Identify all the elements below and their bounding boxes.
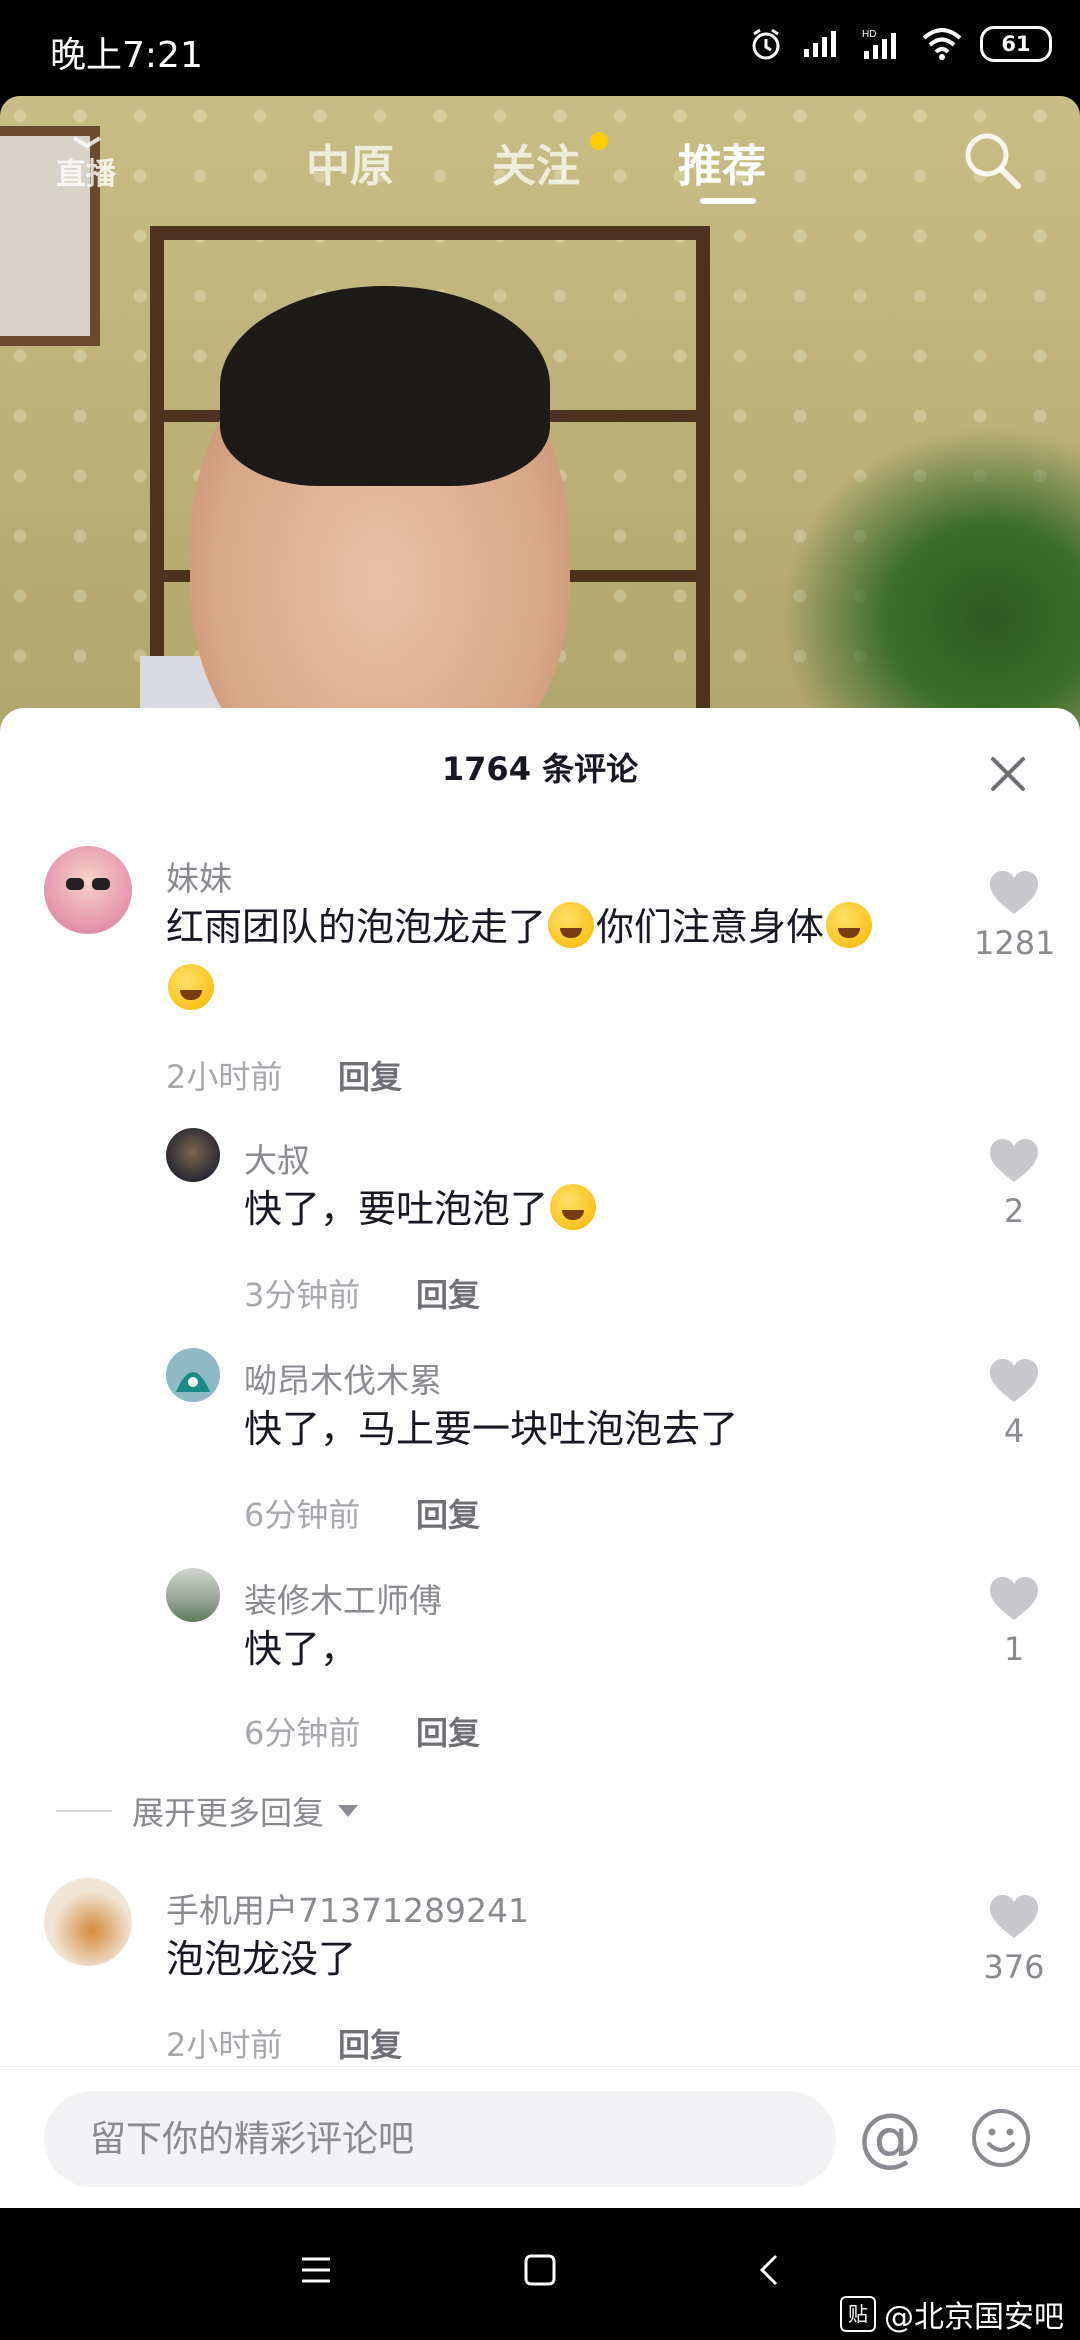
avatar[interactable] bbox=[166, 1568, 220, 1622]
live-icon: 直播 bbox=[56, 136, 117, 192]
comment-username[interactable]: 装修木工师傅 bbox=[244, 1574, 442, 1622]
comment-time: 3分钟前 bbox=[244, 1276, 361, 1314]
laughing-tears-emoji-icon bbox=[826, 902, 873, 948]
grinning-emoji-icon bbox=[168, 964, 214, 1010]
like-count: 376 bbox=[983, 1948, 1045, 1986]
like-count: 2 bbox=[1003, 1192, 1025, 1230]
expand-more-label: 展开更多回复 bbox=[132, 1794, 325, 1832]
video-plant bbox=[780, 426, 1080, 736]
status-bar: 晚上7:21 HD 61 bbox=[0, 0, 1080, 96]
comment-input[interactable] bbox=[44, 2091, 836, 2187]
comment-username[interactable]: 妹妹 bbox=[166, 852, 232, 900]
tab-zhongyuan[interactable]: 中原 bbox=[306, 130, 394, 194]
avatar[interactable] bbox=[44, 1878, 132, 1966]
reply-button[interactable]: 回复 bbox=[416, 1490, 480, 1536]
avatar[interactable] bbox=[166, 1128, 220, 1182]
tab-recommended[interactable]: 推荐 bbox=[678, 130, 766, 194]
like-button[interactable]: 376 bbox=[974, 1894, 1054, 1986]
heart-icon bbox=[990, 1139, 1038, 1182]
comment-time: 2小时前 bbox=[166, 1058, 283, 1096]
status-icons: HD 61 bbox=[748, 26, 1052, 62]
like-button[interactable]: 4 bbox=[974, 1358, 1054, 1450]
live-label: 直播 bbox=[56, 157, 117, 192]
reply-button[interactable]: 回复 bbox=[416, 1270, 480, 1316]
wifi-icon bbox=[922, 28, 962, 60]
system-nav-bar: 贴 @北京国安吧 bbox=[0, 2208, 1080, 2340]
comment-username[interactable]: 手机用户71371289241 bbox=[166, 1884, 529, 1932]
heart-icon bbox=[990, 871, 1038, 914]
laughing-tears-emoji-icon bbox=[550, 1184, 597, 1230]
reply-button[interactable]: 回复 bbox=[338, 2020, 402, 2066]
emoji-button[interactable] bbox=[970, 2107, 1032, 2173]
status-time: 晚上7:21 bbox=[50, 35, 203, 76]
comments-count-title: 1764 条评论 bbox=[441, 750, 639, 788]
watermark-text: @北京国安吧 bbox=[884, 2300, 1064, 2335]
expand-more-replies[interactable]: 展开更多回复 bbox=[56, 1788, 359, 1834]
comment-text-part: 快了，要吐泡泡了 bbox=[244, 1187, 549, 1231]
live-button[interactable]: 直播 bbox=[52, 132, 122, 192]
home-button[interactable] bbox=[522, 2252, 558, 2292]
like-button[interactable]: 1 bbox=[974, 1576, 1054, 1668]
battery-indicator: 61 bbox=[980, 26, 1052, 62]
top-nav: 直播 中原 关注 推荐 bbox=[0, 110, 1080, 204]
comment-username[interactable]: 呦昂木伐木累 bbox=[244, 1354, 442, 1402]
alarm-icon bbox=[752, 28, 780, 60]
avatar[interactable] bbox=[166, 1348, 220, 1402]
comment-text-part: 你们注意身体 bbox=[596, 905, 825, 949]
following-notification-dot bbox=[590, 132, 608, 150]
comments-sheet: 1764 条评论 妹妹 红雨团队的泡泡龙走了 你们注意身体 2小时前 回复 128… bbox=[0, 708, 1080, 2208]
crying-emoji-icon bbox=[548, 902, 595, 948]
comment-time: 6分钟前 bbox=[244, 1714, 361, 1752]
like-button[interactable]: 1281 bbox=[974, 870, 1056, 962]
comment-input-bar: @ bbox=[0, 2066, 1080, 2209]
search-button[interactable] bbox=[960, 128, 1024, 196]
back-button[interactable] bbox=[752, 2252, 788, 2292]
video-person-hair bbox=[220, 286, 550, 486]
chevron-down-icon bbox=[338, 1805, 359, 1817]
reply-button[interactable]: 回复 bbox=[338, 1052, 402, 1098]
like-count: 4 bbox=[1003, 1412, 1025, 1450]
heart-icon bbox=[990, 1577, 1038, 1620]
tab-following[interactable]: 关注 bbox=[492, 130, 580, 194]
svg-text:HD: HD bbox=[862, 29, 876, 40]
mention-button[interactable]: @ bbox=[858, 2103, 922, 2173]
reply-button[interactable]: 回复 bbox=[416, 1708, 480, 1754]
comment-text: 快了， bbox=[244, 1627, 359, 1671]
watermark: 贴 @北京国安吧 bbox=[840, 2292, 1064, 2336]
menu-button[interactable] bbox=[298, 2252, 334, 2292]
avatar[interactable] bbox=[44, 846, 132, 934]
like-count: 1 bbox=[1003, 1630, 1025, 1668]
like-count: 1281 bbox=[974, 924, 1056, 962]
watermark-badge: 贴 bbox=[840, 2296, 876, 2332]
comment-username[interactable]: 大叔 bbox=[244, 1134, 310, 1182]
comment-text: 快了，要吐泡泡了 bbox=[244, 1178, 598, 1240]
close-button[interactable] bbox=[988, 754, 1028, 794]
smiley-icon bbox=[972, 2109, 1030, 2167]
like-button[interactable]: 2 bbox=[974, 1138, 1054, 1230]
comment-text: 泡泡龙没了 bbox=[166, 1937, 357, 1981]
hd-signal-icon: HD bbox=[862, 29, 896, 59]
heart-icon bbox=[990, 1359, 1038, 1402]
home-square-icon bbox=[524, 2254, 556, 2286]
signal-icon bbox=[804, 31, 836, 57]
active-tab-indicator bbox=[700, 198, 756, 204]
back-chevron-icon bbox=[759, 2254, 778, 2286]
comment-text: 快了，马上要一块吐泡泡去了 bbox=[244, 1407, 739, 1451]
expand-divider bbox=[56, 1810, 112, 1812]
comment-text: 红雨团队的泡泡龙走了 你们注意身体 bbox=[166, 896, 946, 1020]
close-icon bbox=[991, 757, 1025, 791]
heart-icon bbox=[990, 1895, 1038, 1938]
menu-icon bbox=[302, 2257, 330, 2283]
comment-time: 2小时前 bbox=[166, 2026, 283, 2064]
comment-text-part: 红雨团队的泡泡龙走了 bbox=[166, 905, 547, 949]
search-icon bbox=[965, 133, 1021, 189]
comment-time: 6分钟前 bbox=[244, 1496, 361, 1534]
